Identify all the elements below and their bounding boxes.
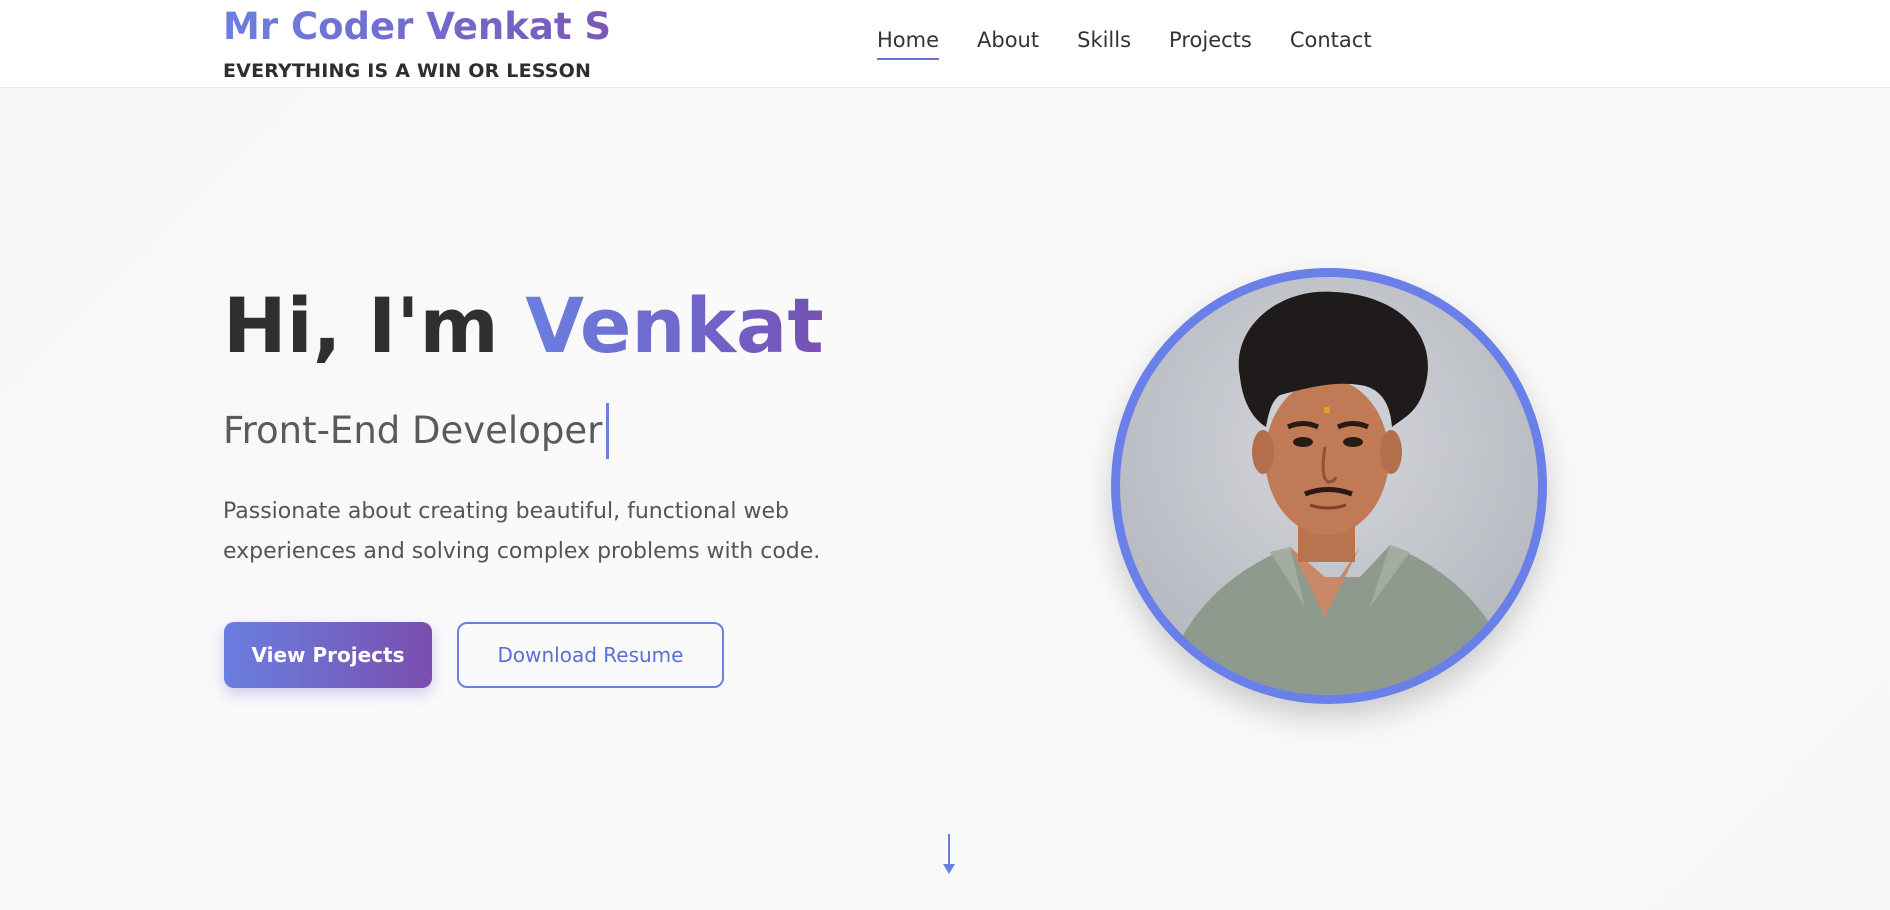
main-nav: Home About Skills Projects Contact: [877, 28, 1410, 60]
nav-item-about[interactable]: About: [977, 28, 1039, 60]
profile-illustration: [1160, 291, 1520, 695]
hero-role: Front-End Developer: [223, 403, 610, 459]
arrow-down-icon[interactable]: [941, 834, 957, 876]
nav-item-projects[interactable]: Projects: [1169, 28, 1252, 60]
nav-item-skills[interactable]: Skills: [1077, 28, 1131, 60]
brand[interactable]: Mr Coder Venkat S EVERYTHING IS A WIN OR…: [223, 4, 611, 82]
brand-tagline: EVERYTHING IS A WIN OR LESSON: [223, 60, 592, 82]
hero-role-text: Front-End Developer: [223, 409, 603, 452]
hero-name: Venkat: [525, 281, 824, 370]
brand-name[interactable]: Mr Coder Venkat S: [223, 4, 611, 50]
hero-description: Passionate about creating beautiful, fun…: [223, 499, 821, 564]
hero-title: Hi, I'm Venkat: [223, 278, 824, 374]
site-header: Mr Coder Venkat S EVERYTHING IS A WIN OR…: [0, 0, 1890, 88]
view-projects-button[interactable]: View Projects: [224, 622, 432, 688]
profile-photo: [1111, 268, 1547, 704]
nav-item-contact[interactable]: Contact: [1290, 28, 1372, 60]
nav-item-home[interactable]: Home: [877, 28, 940, 60]
hero-greeting: Hi, I'm: [223, 281, 499, 370]
download-resume-button[interactable]: Download Resume: [457, 622, 724, 688]
typing-cursor: [606, 403, 610, 459]
